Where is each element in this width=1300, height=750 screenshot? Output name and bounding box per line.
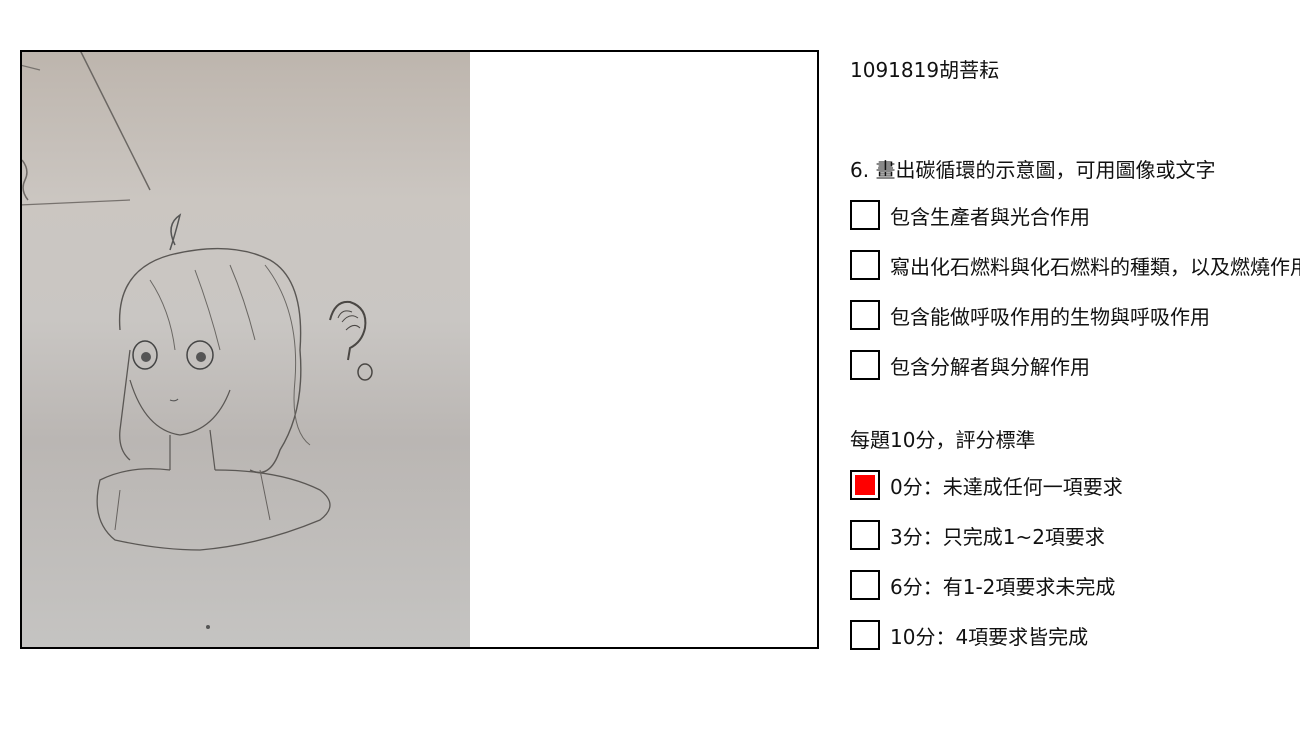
grading-page: 1091819胡菩耘 6. 畫出碳循環的示意圖，可用圖像或文字 包含生產者與光合… [0,0,1300,750]
requirement-label-4: 包含分解者與分解作用 [890,354,1090,379]
rubric-checkbox-10-points[interactable] [850,620,880,650]
rubric-option-row-2[interactable]: 3分：只完成1~2項要求 [850,520,1105,550]
requirement-row-3[interactable]: 包含能做呼吸作用的生物與呼吸作用 [850,300,1210,330]
grading-panel: 1091819胡菩耘 6. 畫出碳循環的示意圖，可用圖像或文字 包含生產者與光合… [850,0,1300,750]
rubric-checkbox-3-points[interactable] [850,520,880,550]
student-name: 1091819胡菩耘 [850,58,1000,82]
rubric-option-row-4[interactable]: 10分：4項要求皆完成 [850,620,1088,650]
requirement-row-1[interactable]: 包含生產者與光合作用 [850,200,1090,230]
rubric-option-label-2: 3分：只完成1~2項要求 [890,524,1105,549]
requirement-checkbox-1[interactable] [850,200,880,230]
student-drawing-photo [22,52,470,647]
question-title: 6. 畫出碳循環的示意圖，可用圖像或文字 [850,158,1216,182]
rubric-option-label-3: 6分：有1-2項要求未完成 [890,574,1116,599]
requirement-label-2: 寫出化石燃料與化石燃料的種類，以及燃燒作用 [890,254,1300,279]
requirement-checkbox-4[interactable] [850,350,880,380]
rubric-title: 每題10分，評分標準 [850,428,1036,452]
pencil-sketch-image [22,52,373,629]
rubric-option-row-1[interactable]: 0分：未達成任何一項要求 [850,470,1123,500]
requirement-row-2[interactable]: 寫出化石燃料與化石燃料的種類，以及燃燒作用 [850,250,1300,280]
student-answer-box [20,50,819,649]
rubric-option-label-4: 10分：4項要求皆完成 [890,624,1089,649]
requirement-checkbox-2[interactable] [850,250,880,280]
rubric-checkbox-0-points[interactable] [850,470,880,500]
requirement-label-3: 包含能做呼吸作用的生物與呼吸作用 [890,304,1210,329]
rubric-option-row-3[interactable]: 6分：有1-2項要求未完成 [850,570,1115,600]
rubric-option-label-1: 0分：未達成任何一項要求 [890,474,1123,499]
requirement-label-1: 包含生產者與光合作用 [890,204,1090,229]
requirement-checkbox-3[interactable] [850,300,880,330]
rubric-checkbox-6-points[interactable] [850,570,880,600]
requirement-row-4[interactable]: 包含分解者與分解作用 [850,350,1090,380]
